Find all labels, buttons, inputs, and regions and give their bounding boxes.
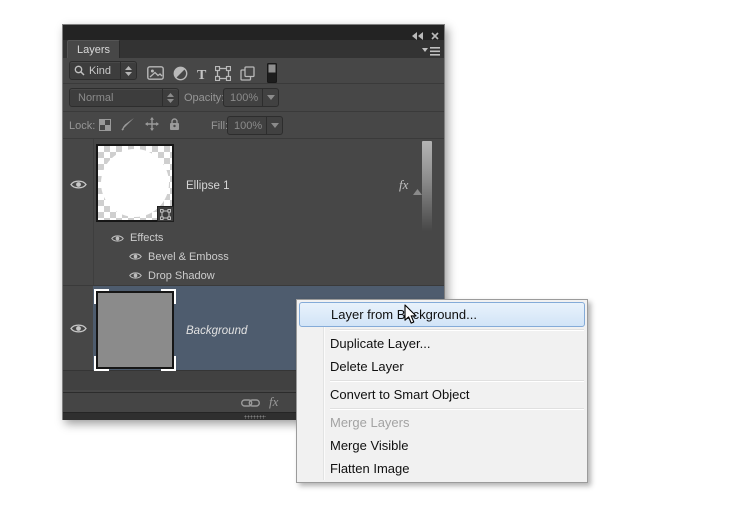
thumb-corner-bracket bbox=[94, 356, 109, 371]
layer-fx-indicator: fx bbox=[399, 177, 408, 193]
thumb-corner-bracket bbox=[161, 289, 176, 304]
lock-transparency-icon[interactable] bbox=[99, 118, 111, 136]
menu-item-merge-layers[interactable]: Merge Layers bbox=[297, 411, 587, 434]
opacity-value-dropdown[interactable]: 100% bbox=[223, 88, 279, 107]
tab-layers[interactable]: Layers bbox=[67, 40, 120, 58]
fill-value-dropdown[interactable]: 100% bbox=[227, 116, 283, 135]
dropdown-arrow-icon bbox=[262, 89, 278, 106]
blend-mode-dropdown[interactable]: Normal bbox=[69, 88, 179, 107]
effects-label: Effects bbox=[130, 232, 163, 244]
lock-all-padlock-icon[interactable] bbox=[169, 118, 180, 136]
shape-layer-badge-icon bbox=[157, 206, 174, 222]
search-icon bbox=[70, 65, 89, 76]
effect-row-bevel-emboss[interactable]: Bevel & Emboss bbox=[63, 247, 444, 266]
lock-label: Lock: bbox=[69, 120, 95, 132]
visibility-eye-icon[interactable] bbox=[129, 252, 142, 261]
type-layers-filter-icon[interactable]: T bbox=[197, 68, 206, 84]
add-layer-style-fx-icon[interactable]: fx bbox=[269, 394, 278, 410]
menu-item-merge-visible[interactable]: Merge Visible bbox=[297, 434, 587, 457]
effect-label-drop-shadow: Drop Shadow bbox=[148, 270, 215, 282]
lock-row: Lock: Fill: 100% bbox=[63, 112, 444, 139]
layer-context-menu: Layer from Background... Duplicate Layer… bbox=[296, 299, 588, 483]
adjustment-layers-filter-icon[interactable] bbox=[173, 66, 188, 86]
layer-name-background[interactable]: Background bbox=[186, 325, 247, 337]
visibility-eye-icon[interactable] bbox=[129, 271, 142, 280]
blend-mode-value: Normal bbox=[70, 92, 113, 104]
lock-pixels-brush-icon[interactable] bbox=[121, 118, 135, 136]
layer-row-ellipse-1[interactable]: Ellipse 1 fx bbox=[63, 139, 444, 229]
fill-label: Fill: bbox=[211, 120, 228, 132]
updown-arrows-icon bbox=[162, 89, 178, 106]
menu-item-delete-layer[interactable]: Delete Layer bbox=[297, 355, 587, 378]
menu-item-flatten-image[interactable]: Flatten Image bbox=[297, 457, 587, 480]
resize-grip-icon[interactable] bbox=[244, 415, 266, 419]
menu-item-convert-to-smart-object[interactable]: Convert to Smart Object bbox=[297, 383, 587, 406]
visibility-eye-icon[interactable] bbox=[63, 139, 93, 229]
lock-position-move-icon[interactable] bbox=[145, 117, 159, 136]
screenshot-stage: Layers Kind bbox=[0, 0, 743, 505]
updown-arrows-icon bbox=[120, 62, 136, 79]
shape-layers-filter-icon[interactable] bbox=[215, 66, 231, 86]
opacity-value: 100% bbox=[224, 92, 258, 104]
filter-row: Kind T bbox=[63, 58, 444, 84]
effect-row-drop-shadow[interactable]: Drop Shadow bbox=[63, 266, 444, 285]
layer-thumbnail-ellipse[interactable] bbox=[96, 144, 174, 222]
effect-label-bevel-emboss: Bevel & Emboss bbox=[148, 251, 229, 263]
visibility-eye-icon[interactable] bbox=[111, 234, 124, 243]
menu-item-duplicate-layer[interactable]: Duplicate Layer... bbox=[297, 332, 587, 355]
dropdown-arrow-icon bbox=[266, 117, 282, 134]
fill-value: 100% bbox=[228, 120, 262, 132]
thumb-corner-bracket bbox=[94, 289, 109, 304]
fx-collapse-arrow-icon[interactable] bbox=[413, 182, 422, 200]
filter-kind-dropdown[interactable]: Kind bbox=[69, 61, 137, 80]
opacity-label: Opacity: bbox=[184, 92, 224, 104]
panel-titlebar bbox=[63, 25, 444, 40]
layer-name-ellipse-1[interactable]: Ellipse 1 bbox=[186, 180, 229, 192]
panel-menu-icon[interactable] bbox=[422, 44, 440, 55]
visibility-eye-icon[interactable] bbox=[63, 286, 93, 370]
effects-header-row[interactable]: Effects bbox=[63, 229, 444, 247]
thumb-corner-bracket bbox=[161, 356, 176, 371]
blend-row: Normal Opacity: 100% bbox=[63, 84, 444, 112]
menu-item-layer-from-background[interactable]: Layer from Background... bbox=[299, 302, 585, 327]
smart-objects-filter-icon[interactable] bbox=[240, 66, 255, 86]
layer-thumbnail-background[interactable] bbox=[96, 291, 174, 369]
panel-tabbar: Layers bbox=[63, 40, 444, 58]
pixel-layers-filter-icon[interactable] bbox=[147, 66, 164, 85]
list-scrollbar-thumb[interactable] bbox=[422, 141, 432, 231]
mouse-cursor-arrow bbox=[404, 304, 418, 330]
filter-kind-label: Kind bbox=[89, 65, 111, 77]
